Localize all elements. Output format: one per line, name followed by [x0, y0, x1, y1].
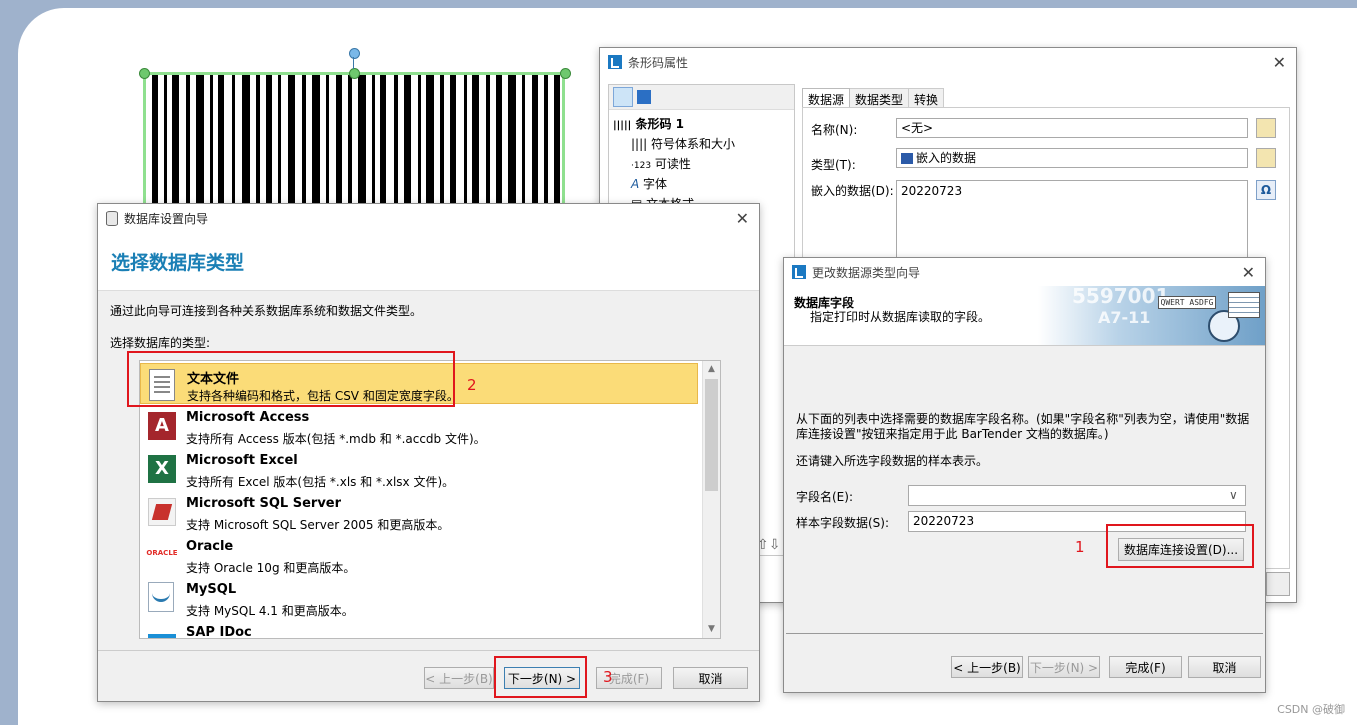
layers-icon[interactable] [637, 90, 651, 104]
list-scrollbar[interactable]: ▲ ▼ [702, 361, 720, 638]
expand-icon[interactable] [613, 87, 633, 107]
access-icon: A [148, 412, 176, 440]
type-edit-icon[interactable] [1256, 148, 1276, 168]
item-name: Microsoft SQL Server [186, 496, 342, 511]
database-icon [106, 210, 118, 226]
annotation-number-2: 2 [467, 376, 477, 394]
name-label: 名称(N): [811, 123, 858, 137]
rotate-handle[interactable] [349, 48, 360, 59]
grid-icon [1228, 292, 1260, 318]
window-title: 条形码属性 [628, 55, 689, 70]
omega-button[interactable]: Ω [1256, 180, 1276, 200]
database-setup-wizard: 数据库设置向导 ✕ 选择数据库类型 通过此向导可连接到各种关系数据库系统和数据文… [97, 203, 760, 702]
name-field[interactable]: <无> [896, 118, 1248, 138]
description-text-2: 还请键入所选字段数据的样本表示。 [796, 454, 989, 468]
app-icon [608, 55, 622, 69]
database-icon [901, 153, 913, 164]
selection-handle[interactable] [349, 68, 360, 79]
intro-text: 通过此向导可连接到各种关系数据库系统和数据文件类型。 [110, 304, 423, 318]
footer-divider [98, 650, 759, 651]
footer-divider [786, 633, 1263, 634]
chevron-down-icon[interactable]: ∨ [1229, 488, 1238, 502]
barcode-object[interactable] [143, 72, 565, 212]
item-desc: 支持 Oracle 10g 和更高版本。 [186, 561, 356, 575]
banner-image: 5597001 A7-11 QWERT ASDFG [1038, 286, 1265, 345]
window-title: 数据库设置向导 [124, 211, 209, 226]
item-name: Oracle [186, 539, 234, 554]
barcode-bars [152, 75, 560, 209]
watermark: CSDN @破御 [1277, 703, 1345, 716]
close-icon[interactable]: ✕ [1273, 53, 1286, 72]
item-desc: 支持所有 Access 版本(包括 *.mdb 和 *.accdb 文件)。 [186, 432, 486, 446]
item-desc: 支持 Microsoft SQL Server 2005 和更高版本。 [186, 518, 450, 532]
description-text: 从下面的列表中选择需要的数据库字段名称。(如果"字段名称"列表为空，请使用"数据… [796, 412, 1250, 441]
tree-toolbar [609, 85, 794, 110]
selection-handle[interactable] [139, 68, 150, 79]
tree-item[interactable]: ·123 可读性 [631, 155, 691, 172]
oracle-logo-icon: ORACLE [146, 549, 178, 557]
tree-item[interactable]: A 字体 [631, 175, 667, 192]
item-name: Microsoft Access [186, 410, 310, 425]
window-title: 更改数据源类型向导 [812, 265, 921, 280]
sql-server-icon [148, 498, 176, 526]
app-icon [792, 265, 806, 279]
properties-bottom-button[interactable] [1266, 572, 1290, 596]
name-edit-icon[interactable] [1256, 118, 1276, 138]
page-heading: 选择数据库类型 [111, 252, 245, 274]
type-field[interactable]: 嵌入的数据 [896, 148, 1248, 168]
annotation-number-3: 3 [603, 668, 613, 686]
scroll-thumb[interactable] [705, 379, 718, 491]
item-name: SAP IDoc [186, 625, 252, 639]
selection-handle[interactable] [560, 68, 571, 79]
titlebar: 数据库设置向导 [98, 204, 759, 232]
tree-item[interactable]: ||||| 条形码 1 [613, 115, 684, 132]
back-button[interactable]: < 上一步(B) [951, 656, 1023, 678]
annotation-box-db-connection [1106, 524, 1254, 568]
font-icon: A [631, 177, 640, 191]
item-name: MySQL [186, 582, 237, 597]
keyboard-icon: QWERT ASDFG [1158, 296, 1216, 309]
header-area: 数据库字段 指定打印时从数据库读取的字段。 5597001 A7-11 QWER… [784, 286, 1265, 346]
titlebar: 更改数据源类型向导 [784, 258, 1265, 286]
cancel-button[interactable]: 取消 [673, 667, 748, 689]
cancel-button[interactable]: 取消 [1188, 656, 1261, 678]
scroll-up-icon[interactable]: ▲ [703, 361, 720, 378]
item-desc: 支持 MySQL 4.1 和更高版本。 [186, 604, 354, 618]
finish-button[interactable]: 完成(F) [1109, 656, 1182, 678]
item-name: Microsoft Excel [186, 453, 298, 468]
close-icon[interactable]: ✕ [1242, 263, 1255, 282]
next-button[interactable]: 下一步(N) > [1028, 656, 1100, 678]
list-item-oracle[interactable]: ORACLE Oracle 支持 Oracle 10g 和更高版本。 [140, 535, 698, 578]
mysql-icon [148, 582, 174, 612]
sample-data-label: 样本字段数据(S): [796, 516, 890, 530]
sap-icon [148, 634, 176, 638]
close-icon[interactable]: ✕ [736, 209, 749, 228]
tree-item[interactable]: |||| 符号体系和大小 [631, 135, 735, 152]
rotate-handle-line [353, 57, 354, 69]
annotation-number-1: 1 [1075, 538, 1085, 556]
barcode-icon: ||||| [613, 120, 632, 131]
field-name-label: 字段名(E): [796, 490, 853, 504]
list-item-sql-server[interactable]: Microsoft SQL Server 支持 Microsoft SQL Se… [140, 492, 698, 535]
item-desc: 支持所有 Excel 版本(包括 *.xls 和 *.xlsx 文件)。 [186, 475, 455, 489]
list-item-sap-idoc[interactable]: SAP IDoc [140, 621, 698, 639]
header-area: 选择数据库类型 [98, 232, 759, 291]
annotation-box-text-file [127, 351, 455, 407]
list-item-access[interactable]: A Microsoft Access 支持所有 Access 版本(包括 *.m… [140, 406, 698, 449]
field-name-dropdown[interactable] [908, 485, 1246, 506]
embedded-textarea[interactable]: 20220723 [896, 180, 1248, 260]
titlebar: 条形码属性 [600, 48, 1296, 76]
embedded-label: 嵌入的数据(D): [811, 184, 894, 198]
type-label: 类型(T): [811, 158, 856, 172]
tree-nav-arrows[interactable]: ⇧⇩ [757, 537, 780, 553]
excel-icon: X [148, 455, 176, 483]
back-button[interactable]: < 上一步(B) [424, 667, 494, 689]
list-item-excel[interactable]: X Microsoft Excel 支持所有 Excel 版本(包括 *.xls… [140, 449, 698, 492]
list-item-mysql[interactable]: MySQL 支持 MySQL 4.1 和更高版本。 [140, 578, 698, 621]
change-datasource-wizard: 更改数据源类型向导 ✕ 数据库字段 指定打印时从数据库读取的字段。 559700… [783, 257, 1266, 693]
annotation-box-next [494, 656, 587, 698]
page-subheading: 指定打印时从数据库读取的字段。 [810, 310, 991, 324]
list-label: 选择数据库的类型: [110, 336, 211, 350]
scroll-down-icon[interactable]: ▼ [703, 621, 720, 638]
